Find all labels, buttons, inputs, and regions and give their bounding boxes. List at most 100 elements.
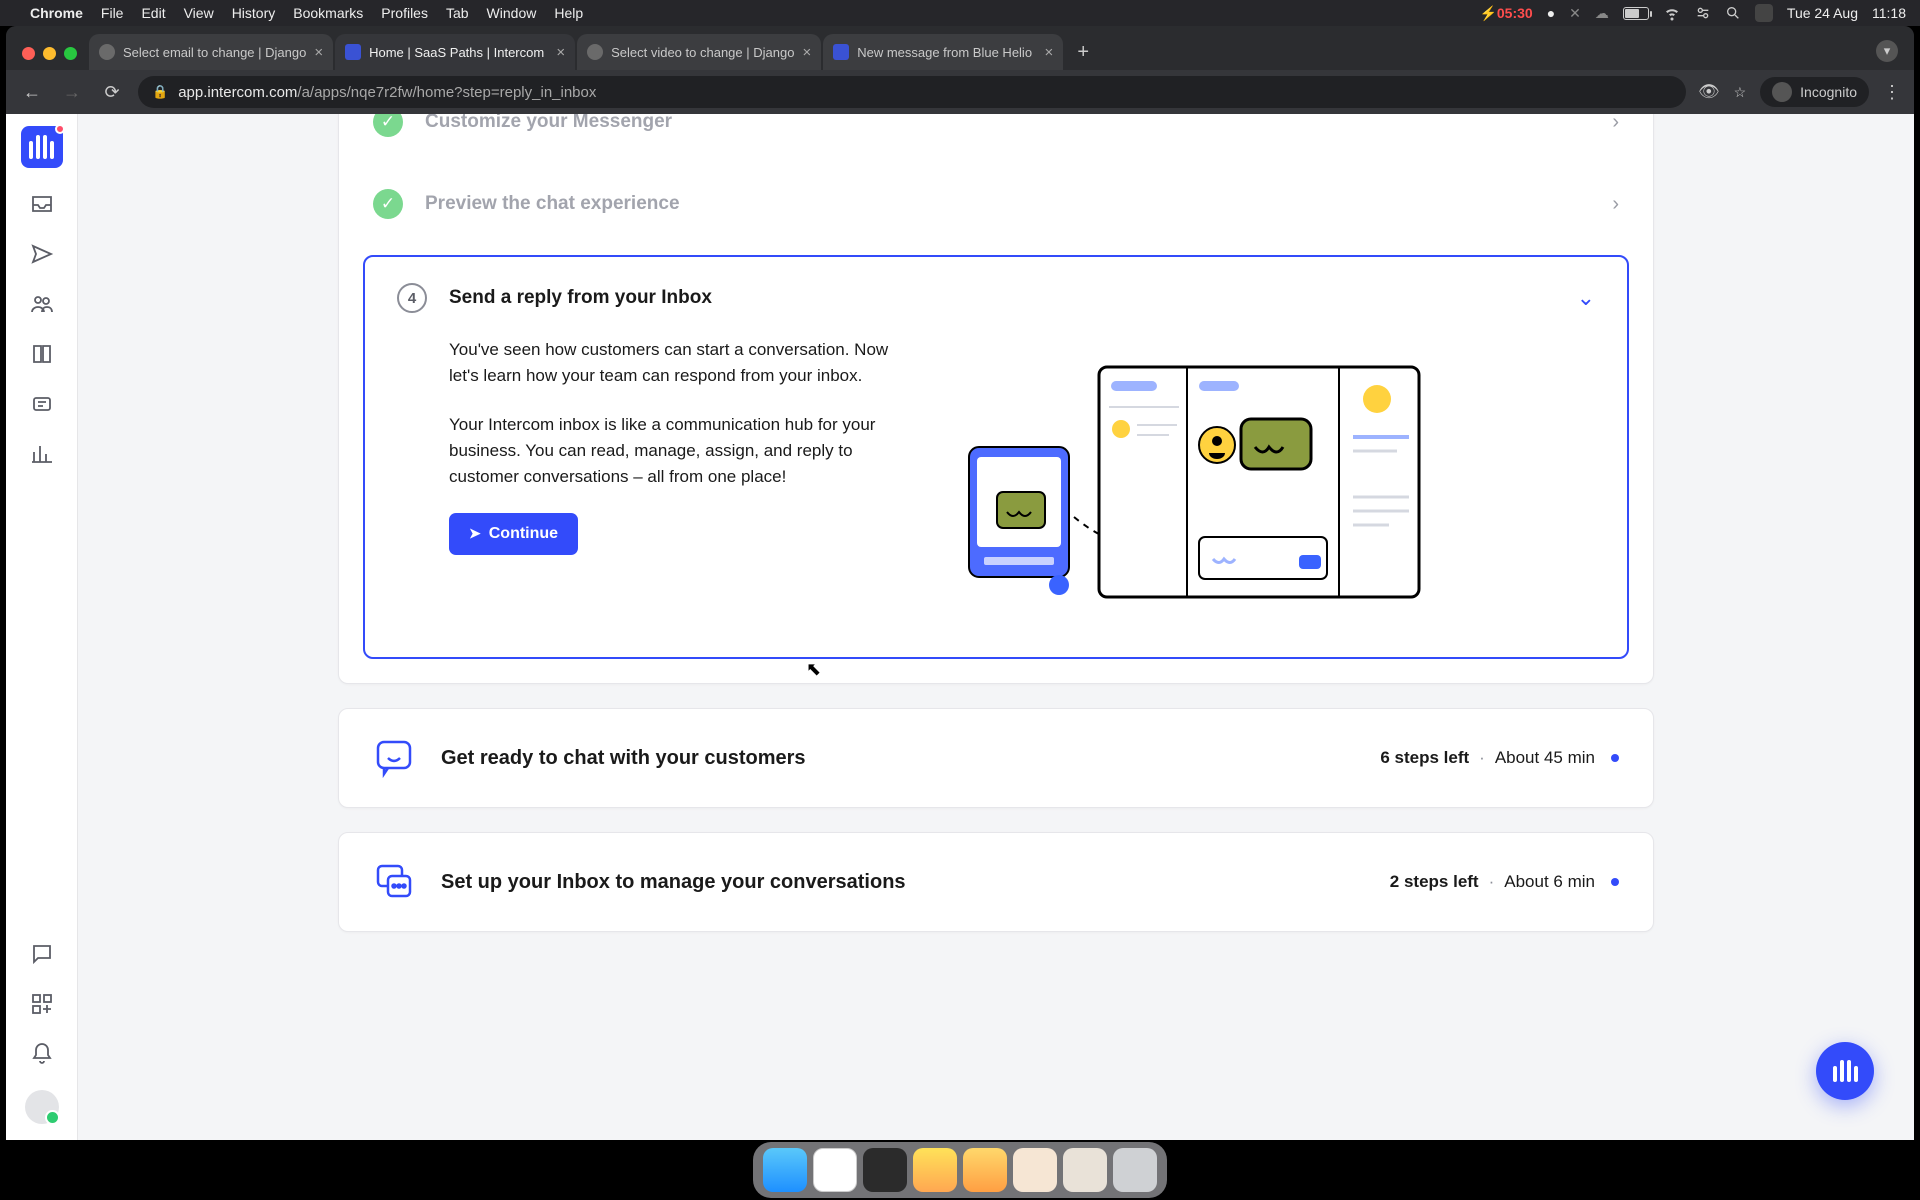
sidebar-outbound-icon[interactable] — [28, 240, 56, 268]
browser-toolbar: ← → ⟳ 🔒 app.intercom.com/a/apps/nqe7r2fw… — [6, 70, 1914, 114]
messenger-launcher-button[interactable] — [1816, 1042, 1874, 1100]
continue-button[interactable]: ➤ Continue — [449, 513, 578, 555]
task-card-setup-inbox[interactable]: Set up your Inbox to manage your convers… — [338, 832, 1654, 932]
menu-edit[interactable]: Edit — [141, 5, 165, 21]
tab-title: New message from Blue Helio — [857, 45, 1036, 60]
status-battery-icon[interactable] — [1623, 7, 1649, 20]
check-icon: ✓ — [373, 114, 403, 137]
menu-file[interactable]: File — [101, 5, 124, 21]
menubar-time[interactable]: 11:18 — [1872, 5, 1906, 21]
intercom-logo[interactable] — [21, 126, 63, 168]
dock-app-notes[interactable] — [913, 1148, 957, 1192]
app-sidebar — [6, 114, 78, 1140]
sidebar-avatar[interactable] — [25, 1090, 59, 1124]
chevron-right-icon: › — [1612, 114, 1619, 134]
new-tab-button[interactable]: + — [1069, 38, 1097, 66]
task-steps-left: 6 steps left — [1380, 748, 1469, 768]
window-minimize-button[interactable] — [43, 47, 56, 60]
dock-app-finder[interactable] — [763, 1148, 807, 1192]
task-title: Get ready to chat with your customers — [441, 747, 806, 770]
status-control-center-icon[interactable] — [1695, 5, 1711, 21]
nav-back-button[interactable]: ← — [18, 78, 46, 106]
window-zoom-button[interactable] — [64, 47, 77, 60]
dock-app-trash[interactable] — [1113, 1148, 1157, 1192]
dock-app-terminal[interactable] — [863, 1148, 907, 1192]
status-dot-icon — [1611, 878, 1619, 886]
macos-dock — [0, 1140, 1920, 1200]
status-cloud-icon[interactable]: ☁ — [1595, 5, 1609, 22]
tab-overflow-icon[interactable]: ▾ — [1876, 40, 1898, 62]
status-siri-icon[interactable] — [1755, 4, 1773, 22]
dock-app-folder-2[interactable] — [1063, 1148, 1107, 1192]
step-title: Customize your Messenger — [425, 114, 672, 133]
task-eta: About 6 min — [1504, 872, 1595, 892]
sidebar-notifications-icon[interactable] — [28, 1040, 56, 1068]
tab-close-icon[interactable]: × — [1044, 44, 1053, 61]
status-wifi-icon[interactable] — [1663, 4, 1681, 22]
sidebar-apps-icon[interactable] — [28, 990, 56, 1018]
browser-tab[interactable]: Select video to change | Django × — [577, 34, 821, 70]
window-controls — [16, 47, 87, 70]
menu-tab[interactable]: Tab — [446, 5, 469, 21]
incognito-indicator[interactable]: Incognito — [1760, 77, 1869, 107]
dock-app-chrome[interactable] — [813, 1148, 857, 1192]
menu-help[interactable]: Help — [554, 5, 583, 21]
smile-chat-icon — [373, 737, 415, 779]
nav-reload-button[interactable]: ⟳ — [98, 78, 126, 106]
tab-close-icon[interactable]: × — [556, 44, 565, 61]
browser-tab[interactable]: New message from Blue Helio × — [823, 34, 1063, 70]
chevron-right-icon: › — [1612, 193, 1619, 216]
tab-title: Select video to change | Django — [611, 45, 794, 60]
task-steps-left: 2 steps left — [1390, 872, 1479, 892]
inbox-illustration — [959, 337, 1429, 617]
sidebar-messenger-icon[interactable] — [28, 940, 56, 968]
sidebar-reports-icon[interactable] — [28, 440, 56, 468]
nav-forward-button[interactable]: → — [58, 78, 86, 106]
globe-icon — [587, 44, 603, 60]
page-viewport: ✓ Customize your Messenger › ✓ Preview t… — [6, 114, 1914, 1140]
bookmark-star-icon[interactable]: ☆ — [1734, 84, 1747, 101]
browser-tab-active[interactable]: Home | SaaS Paths | Intercom × — [335, 34, 575, 70]
menu-bookmarks[interactable]: Bookmarks — [293, 5, 363, 21]
tab-close-icon[interactable]: × — [314, 44, 323, 61]
macos-menubar: Chrome File Edit View History Bookmarks … — [0, 0, 1920, 26]
dock-app-folder[interactable] — [1013, 1148, 1057, 1192]
menubar-date[interactable]: Tue 24 Aug — [1787, 5, 1858, 21]
url-path: /a/apps/nqe7r2fw/home?step=reply_in_inbo… — [297, 84, 596, 101]
status-x-icon[interactable]: ✕ — [1569, 5, 1581, 22]
lock-icon: 🔒 — [152, 84, 168, 100]
window-close-button[interactable] — [22, 47, 35, 60]
browser-menu-button[interactable]: ⋮ — [1883, 82, 1902, 103]
status-bolt-icon[interactable]: ● — [1547, 5, 1555, 21]
dock-app-spark[interactable] — [963, 1148, 1007, 1192]
tab-close-icon[interactable]: × — [802, 44, 811, 61]
sidebar-contacts-icon[interactable] — [28, 290, 56, 318]
sidebar-inbox-icon[interactable] — [28, 190, 56, 218]
menu-profiles[interactable]: Profiles — [381, 5, 428, 21]
task-card-chat-customers[interactable]: Get ready to chat with your customers 6 … — [338, 708, 1654, 808]
menu-view[interactable]: View — [184, 5, 214, 21]
address-bar[interactable]: 🔒 app.intercom.com/a/apps/nqe7r2fw/home?… — [138, 76, 1686, 108]
status-spotlight-icon[interactable] — [1725, 5, 1741, 21]
chevron-down-icon: ⌄ — [1577, 285, 1595, 311]
tracking-blocked-icon[interactable]: 👁 — [1698, 82, 1720, 102]
tab-strip: Select email to change | Django × Home |… — [6, 26, 1914, 70]
inbox-setup-icon — [373, 861, 415, 903]
status-timer[interactable]: ⚡05:30 — [1479, 5, 1532, 22]
browser-tab[interactable]: Select email to change | Django × — [89, 34, 333, 70]
notification-dot-icon — [55, 124, 65, 134]
menu-window[interactable]: Window — [487, 5, 537, 21]
menu-history[interactable]: History — [232, 5, 276, 21]
sidebar-operator-icon[interactable] — [28, 390, 56, 418]
incognito-icon — [1772, 82, 1792, 102]
step-active-reply-inbox: 4 Send a reply from your Inbox ⌄ You've … — [363, 255, 1629, 659]
active-step-header[interactable]: 4 Send a reply from your Inbox ⌄ — [397, 283, 1595, 313]
sidebar-articles-icon[interactable] — [28, 340, 56, 368]
step-row-preview-chat[interactable]: ✓ Preview the chat experience › — [339, 163, 1653, 245]
task-eta: About 45 min — [1495, 748, 1595, 768]
task-title: Set up your Inbox to manage your convers… — [441, 871, 906, 894]
step-row-customize-messenger[interactable]: ✓ Customize your Messenger › — [339, 114, 1653, 163]
url-host: app.intercom.com — [178, 84, 297, 101]
menubar-app-name[interactable]: Chrome — [30, 5, 83, 21]
tab-title: Select email to change | Django — [123, 45, 306, 60]
